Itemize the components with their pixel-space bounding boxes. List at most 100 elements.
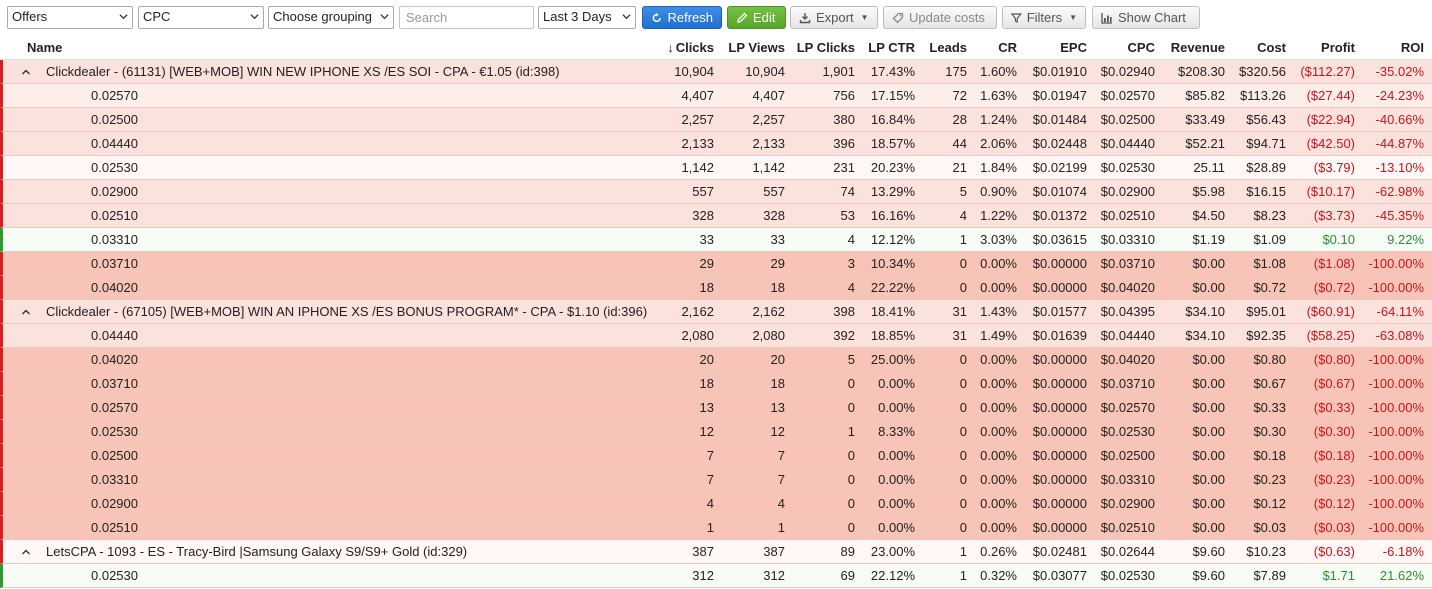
- col-header-name[interactable]: Name: [27, 35, 667, 59]
- refresh-button[interactable]: Refresh: [642, 6, 722, 29]
- cell-profit: $0.10: [1322, 232, 1355, 247]
- cell-leads: 0: [959, 376, 967, 391]
- cell-cr: 1.60%: [980, 64, 1017, 79]
- cell-epc: $0.01947: [1032, 88, 1087, 103]
- cell-lp-views: 2,162: [752, 304, 785, 319]
- table-row[interactable]: 0.02500 2,257 2,257 380 16.84% 28 1.24% $0.0148…: [0, 108, 1432, 132]
- cell-leads: 31: [952, 304, 967, 319]
- show-chart-button[interactable]: Show Chart: [1092, 6, 1200, 29]
- cell-lp-views: 18: [770, 376, 785, 391]
- cell-lp-ctr: 0.00%: [878, 472, 915, 487]
- collapse-chevron-icon[interactable]: [21, 67, 31, 77]
- table-row[interactable]: 0.04020 20 20 5 25.00% 0 0.00% $0.00000 $0.04020…: [0, 348, 1432, 372]
- export-button[interactable]: Export ▼: [790, 6, 878, 29]
- col-header-roi[interactable]: ROI: [1361, 35, 1424, 59]
- search-input[interactable]: Search: [399, 6, 534, 29]
- cell-cpc: $0.02530: [1100, 568, 1155, 583]
- col-header-profit[interactable]: Profit: [1292, 35, 1355, 59]
- col-header-lp-ctr[interactable]: LP CTR: [861, 35, 915, 59]
- table-row[interactable]: 0.02900 557 557 74 13.29% 5 0.90% $0.01074 $0.02…: [0, 180, 1432, 204]
- table-row[interactable]: 0.02500 7 7 0 0.00% 0 0.00% $0.00000 $0.02500 $0.…: [0, 444, 1432, 468]
- col-header-leads[interactable]: Leads: [923, 35, 967, 59]
- cell-cost: $28.89: [1246, 160, 1286, 175]
- cell-leads: 4: [959, 208, 967, 223]
- table-row[interactable]: 0.03710 18 18 0 0.00% 0 0.00% $0.00000 $0.03710 $…: [0, 372, 1432, 396]
- cell-clicks: 20: [699, 352, 714, 367]
- metric-select[interactable]: CPC: [138, 6, 264, 29]
- table-row[interactable]: 0.02900 4 4 0 0.00% 0 0.00% $0.00000 $0.02900 $0.…: [0, 492, 1432, 516]
- table-row[interactable]: 0.03310 33 33 4 12.12% 1 3.03% $0.03615 $0.03310…: [0, 228, 1432, 252]
- cell-cost: $95.01: [1246, 304, 1286, 319]
- cell-cpc: $0.02510: [1100, 208, 1155, 223]
- grouping-select[interactable]: Choose grouping: [268, 6, 394, 29]
- cell-roi: -100.00%: [1368, 424, 1424, 439]
- col-header-lp-views[interactable]: LP Views: [725, 35, 785, 59]
- cell-lp-ctr: 0.00%: [878, 376, 915, 391]
- cell-profit: ($0.72): [1313, 280, 1355, 295]
- filters-button[interactable]: Filters ▼: [1002, 6, 1086, 29]
- table-row[interactable]: 0.02530 312 312 69 22.12% 1 0.32% $0.03077 $0.02…: [0, 564, 1432, 588]
- cell-lp-views: 2,257: [752, 112, 785, 127]
- cell-epc: $0.03615: [1032, 232, 1087, 247]
- cell-lp-ctr: 23.00%: [870, 544, 915, 559]
- col-header-cr[interactable]: CR: [973, 35, 1017, 59]
- cell-cpc: $0.03710: [1100, 376, 1155, 391]
- cell-cr: 0.00%: [980, 448, 1017, 463]
- refresh-icon: [652, 12, 661, 22]
- table-row[interactable]: 0.03710 29 29 3 10.34% 0 0.00% $0.00000 $0.03710…: [0, 252, 1432, 276]
- table-row[interactable]: 0.04440 2,080 2,080 392 18.85% 31 1.49% $0.0163…: [0, 324, 1432, 348]
- cell-revenue: $0.00: [1192, 448, 1225, 463]
- table-row[interactable]: 0.02510 1 1 0 0.00% 0 0.00% $0.00000 $0.02510 $0.…: [0, 516, 1432, 540]
- table-row[interactable]: 0.02530 1,142 1,142 231 20.23% 21 1.84% $0.0219…: [0, 156, 1432, 180]
- cell-roi: 21.62%: [1379, 568, 1424, 583]
- group-row[interactable]: Clickdealer - (61131) [WEB+MOB] WIN NEW …: [0, 60, 1432, 84]
- collapse-chevron-icon[interactable]: [21, 547, 31, 557]
- cell-roi: -100.00%: [1368, 520, 1424, 535]
- cell-cpc: $0.02530: [1100, 160, 1155, 175]
- cell-cost: $0.23: [1253, 472, 1286, 487]
- cell-cpc: $0.02530: [1100, 424, 1155, 439]
- table-row[interactable]: 0.04020 18 18 4 22.22% 0 0.00% $0.00000 $0.04020…: [0, 276, 1432, 300]
- cell-cr: 3.03%: [980, 232, 1017, 247]
- cell-revenue: $4.50: [1192, 208, 1225, 223]
- cell-cr: 0.00%: [980, 520, 1017, 535]
- cell-roi: 9.22%: [1387, 232, 1424, 247]
- table-row[interactable]: 0.02570 4,407 4,407 756 17.15% 72 1.63% $0.0194…: [0, 84, 1432, 108]
- export-label: Export: [816, 10, 854, 25]
- col-header-epc[interactable]: EPC: [1023, 35, 1087, 59]
- col-header-revenue[interactable]: Revenue: [1161, 35, 1225, 59]
- cell-clicks: 18: [699, 280, 714, 295]
- cell-lp-clicks: 3: [847, 256, 855, 271]
- group-row[interactable]: Clickdealer - (67105) [WEB+MOB] WIN AN I…: [0, 300, 1432, 324]
- table-row[interactable]: 0.02570 13 13 0 0.00% 0 0.00% $0.00000 $0.02570 $…: [0, 396, 1432, 420]
- entity-select-value: Offers: [12, 9, 48, 24]
- filters-label: Filters: [1026, 10, 1063, 25]
- table-row[interactable]: 0.04440 2,133 2,133 396 18.57% 44 2.06% $0.0244…: [0, 132, 1432, 156]
- update-costs-button[interactable]: Update costs: [883, 6, 997, 29]
- entity-select[interactable]: Offers: [7, 6, 133, 29]
- cell-cost: $0.67: [1253, 376, 1286, 391]
- cell-lp-ctr: 18.57%: [870, 136, 915, 151]
- col-header-cost[interactable]: Cost: [1231, 35, 1286, 59]
- table-row[interactable]: 0.02530 12 12 1 8.33% 0 0.00% $0.00000 $0.02530 $…: [0, 420, 1432, 444]
- edit-button[interactable]: Edit: [727, 6, 786, 29]
- table-row[interactable]: 0.03310 7 7 0 0.00% 0 0.00% $0.00000 $0.03310 $0.…: [0, 468, 1432, 492]
- col-header-cpc[interactable]: CPC: [1093, 35, 1155, 59]
- col-header-lp-clicks[interactable]: LP Clicks: [793, 35, 855, 59]
- cell-revenue: $1.19: [1192, 232, 1225, 247]
- row-name: 0.04020: [91, 280, 138, 295]
- cell-epc: $0.00000: [1032, 352, 1087, 367]
- table-row[interactable]: 0.02510 328 328 53 16.16% 4 1.22% $0.01372 $0.02…: [0, 204, 1432, 228]
- cell-profit: ($1.08): [1313, 256, 1355, 271]
- cell-cost: $94.71: [1246, 136, 1286, 151]
- row-name: 0.02530: [91, 160, 138, 175]
- cell-profit: ($3.79): [1313, 160, 1355, 175]
- dropdown-caret-icon: ▼: [860, 13, 869, 22]
- cell-cr: 1.43%: [980, 304, 1017, 319]
- date-range-select[interactable]: Last 3 Days: [538, 6, 636, 29]
- cell-cr: 0.00%: [980, 352, 1017, 367]
- col-header-clicks[interactable]: ↓ Clicks: [661, 35, 714, 59]
- group-row[interactable]: LetsCPA - 1093 - ES - Tracy-Bird |Samsun…: [0, 540, 1432, 564]
- collapse-chevron-icon[interactable]: [21, 307, 31, 317]
- cell-profit: ($42.50): [1306, 136, 1355, 151]
